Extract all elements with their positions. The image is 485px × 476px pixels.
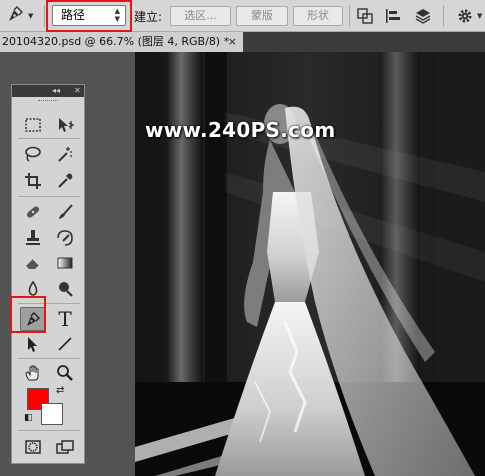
document-tab[interactable]: 20104320.psd @ 66.7% (图层 4, RGB/8) * × bbox=[0, 32, 243, 52]
make-selection-button[interactable]: 选区... bbox=[170, 6, 231, 26]
swap-colors-icon[interactable]: ⇄ bbox=[56, 385, 64, 396]
collapse-icon[interactable]: ◂◂ bbox=[52, 85, 60, 97]
clone-stamp-tool-icon[interactable] bbox=[20, 226, 46, 250]
eyedropper-tool-icon[interactable] bbox=[52, 169, 78, 193]
close-icon[interactable]: ✕ bbox=[74, 85, 81, 97]
divider bbox=[443, 5, 444, 27]
zoom-tool-icon[interactable] bbox=[52, 361, 78, 385]
crop-tool-icon[interactable] bbox=[20, 169, 46, 193]
divider bbox=[18, 138, 80, 139]
highlight-box-mode bbox=[46, 0, 132, 32]
watermark-text: www.240PS.com bbox=[145, 118, 336, 142]
brush-tool-icon[interactable] bbox=[52, 200, 78, 224]
tools-panel-header[interactable]: ◂◂ ✕ bbox=[12, 85, 84, 97]
path-operations-icon[interactable] bbox=[356, 7, 374, 25]
background-color-swatch[interactable] bbox=[41, 403, 63, 425]
tools-panel: ◂◂ ✕ T ⇄ ◧ bbox=[11, 84, 85, 464]
highlight-box-pen-tool bbox=[10, 296, 46, 333]
divider bbox=[18, 196, 80, 197]
document-canvas[interactable]: www.240PS.com bbox=[135, 52, 485, 476]
document-title: 20104320.psd @ 66.7% (图层 4, RGB/8) * bbox=[2, 35, 230, 48]
healing-brush-tool-icon[interactable] bbox=[20, 200, 46, 224]
magic-wand-tool-icon[interactable] bbox=[52, 142, 78, 166]
screen-mode-icon[interactable] bbox=[52, 435, 78, 459]
make-mask-button[interactable]: 蒙版 bbox=[236, 6, 288, 26]
quick-mask-icon[interactable] bbox=[20, 435, 46, 459]
divider bbox=[349, 5, 350, 27]
close-icon[interactable]: × bbox=[228, 32, 237, 52]
hand-tool-icon[interactable] bbox=[20, 361, 46, 385]
default-colors-icon[interactable]: ◧ bbox=[24, 413, 33, 423]
chevron-down-icon: ▼ bbox=[28, 12, 34, 20]
lasso-tool-icon[interactable] bbox=[20, 142, 46, 166]
dodge-tool-icon[interactable] bbox=[52, 277, 78, 301]
options-bar: ▼ 路径 ▲ ▼ 建立: 选区... 蒙版 形状 ▼ bbox=[0, 0, 485, 32]
chevron-down-icon[interactable]: ▼ bbox=[477, 12, 482, 20]
build-label: 建立: bbox=[134, 10, 163, 24]
document-tab-bar: 20104320.psd @ 66.7% (图层 4, RGB/8) * × bbox=[0, 32, 485, 52]
history-brush-tool-icon[interactable] bbox=[52, 226, 78, 250]
gear-icon[interactable] bbox=[456, 7, 474, 25]
path-arrangement-icon[interactable] bbox=[414, 7, 432, 25]
line-tool-icon[interactable] bbox=[52, 332, 78, 356]
divider bbox=[18, 430, 80, 431]
type-tool-icon[interactable]: T bbox=[52, 307, 78, 331]
panel-grip[interactable] bbox=[12, 97, 84, 105]
pen-icon bbox=[6, 5, 24, 27]
eraser-tool-icon[interactable] bbox=[20, 251, 46, 275]
bride-photo bbox=[135, 52, 485, 476]
divider bbox=[44, 5, 45, 27]
path-alignment-icon[interactable] bbox=[384, 7, 402, 25]
divider bbox=[18, 358, 80, 359]
move-tool-icon[interactable] bbox=[52, 113, 78, 137]
make-shape-button[interactable]: 形状 bbox=[293, 6, 343, 26]
tool-preset-picker[interactable]: ▼ bbox=[6, 5, 42, 27]
gradient-tool-icon[interactable] bbox=[52, 251, 78, 275]
path-selection-tool-icon[interactable] bbox=[20, 332, 46, 356]
type-tool-glyph: T bbox=[58, 307, 72, 331]
marquee-tool-icon[interactable] bbox=[20, 113, 46, 137]
